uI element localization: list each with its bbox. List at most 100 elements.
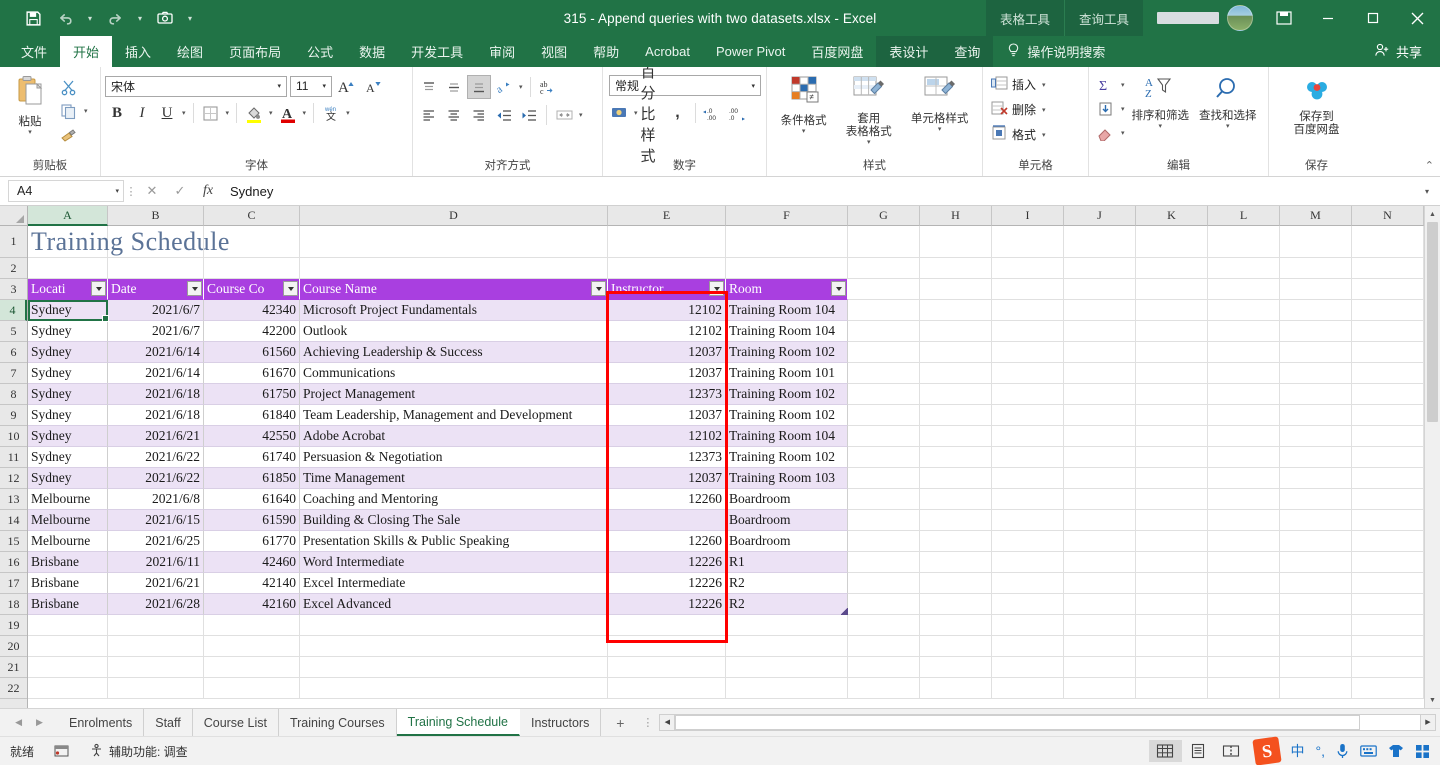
cell-F2[interactable] [726, 258, 848, 279]
cell-G21[interactable] [848, 657, 920, 678]
cell-N16[interactable] [1352, 552, 1424, 573]
cell-G11[interactable] [848, 447, 920, 468]
cell-M18[interactable] [1280, 594, 1352, 615]
add-sheet-button[interactable]: + [601, 709, 639, 736]
cell-H15[interactable] [920, 531, 992, 552]
cell-A13[interactable]: Melbourne [28, 489, 108, 510]
cell-L17[interactable] [1208, 573, 1280, 594]
macro-record-button[interactable] [44, 744, 79, 758]
cell-N22[interactable] [1352, 678, 1424, 699]
cell-K10[interactable] [1136, 426, 1208, 447]
copy-icon[interactable] [56, 99, 80, 123]
cell-A18[interactable]: Brisbane [28, 594, 108, 615]
format-as-table-dropdown-icon[interactable]: ▾ [867, 139, 871, 147]
cell-B13[interactable]: 2021/6/8 [108, 489, 204, 510]
underline-dropdown-icon[interactable]: ▾ [180, 109, 188, 117]
cell-J17[interactable] [1064, 573, 1136, 594]
column-header-A[interactable]: A [28, 206, 108, 226]
ime-punctuation-button[interactable]: °, [1316, 743, 1326, 759]
cell-D12[interactable]: Time Management [300, 468, 608, 489]
tell-me-search[interactable]: 操作说明搜索 [993, 36, 1117, 67]
cell-B11[interactable]: 2021/6/22 [108, 447, 204, 468]
cell-F5[interactable]: Training Room 104 [726, 321, 848, 342]
cell-D13[interactable]: Coaching and Mentoring [300, 489, 608, 510]
cell-A5[interactable]: Sydney [28, 321, 108, 342]
fill-dropdown-icon[interactable]: ▾ [1119, 105, 1127, 113]
cell-N18[interactable] [1352, 594, 1424, 615]
cell-M19[interactable] [1280, 615, 1352, 636]
orientation-dropdown-icon[interactable]: ▾ [517, 83, 525, 91]
cell-F13[interactable]: Boardroom [726, 489, 848, 510]
cell-A15[interactable]: Melbourne [28, 531, 108, 552]
minimize-button[interactable] [1305, 0, 1350, 36]
cell-G13[interactable] [848, 489, 920, 510]
cell-L3[interactable] [1208, 279, 1280, 300]
cell-A7[interactable]: Sydney [28, 363, 108, 384]
cell-C5[interactable]: 42200 [204, 321, 300, 342]
cell-F21[interactable] [726, 657, 848, 678]
copy-dropdown-icon[interactable]: ▾ [82, 107, 90, 115]
filter-dropdown-B[interactable] [187, 281, 202, 296]
cell-L6[interactable] [1208, 342, 1280, 363]
cell-G3[interactable] [848, 279, 920, 300]
cell-M1[interactable] [1280, 226, 1352, 258]
cell-E18[interactable]: 12226 [608, 594, 726, 615]
cell-B8[interactable]: 2021/6/18 [108, 384, 204, 405]
cell-E16[interactable]: 12226 [608, 552, 726, 573]
merge-dropdown-icon[interactable]: ▾ [577, 111, 585, 119]
cell-A17[interactable]: Brisbane [28, 573, 108, 594]
cell-B12[interactable]: 2021/6/22 [108, 468, 204, 489]
align-middle-icon[interactable] [442, 75, 466, 99]
column-header-G[interactable]: G [848, 206, 920, 226]
cell-M3[interactable] [1280, 279, 1352, 300]
font-size-combo[interactable]: 11 ▾ [290, 75, 332, 97]
cell-F7[interactable]: Training Room 101 [726, 363, 848, 384]
cell-A21[interactable] [28, 657, 108, 678]
name-box[interactable]: A4 ▾ [8, 180, 124, 202]
cell-J10[interactable] [1064, 426, 1136, 447]
cell-A6[interactable]: Sydney [28, 342, 108, 363]
cell-B16[interactable]: 2021/6/11 [108, 552, 204, 573]
sort-filter-button[interactable]: AZ 排序和筛选 ▾ [1127, 73, 1195, 133]
cell-L15[interactable] [1208, 531, 1280, 552]
formula-input[interactable]: Sydney [222, 180, 1416, 202]
sheet-tab-staff[interactable]: Staff [144, 709, 193, 736]
cell-D17[interactable]: Excel Intermediate [300, 573, 608, 594]
cell-I16[interactable] [992, 552, 1064, 573]
cell-L21[interactable] [1208, 657, 1280, 678]
find-select-button[interactable]: 查找和选择 ▾ [1194, 73, 1262, 133]
filter-dropdown-C[interactable] [283, 281, 298, 296]
column-header-J[interactable]: J [1064, 206, 1136, 226]
cell-I11[interactable] [992, 447, 1064, 468]
cell-A11[interactable]: Sydney [28, 447, 108, 468]
cell-E17[interactable]: 12226 [608, 573, 726, 594]
align-left-icon[interactable] [417, 103, 441, 127]
cell-B18[interactable]: 2021/6/28 [108, 594, 204, 615]
row-header-17[interactable]: 17 [0, 573, 27, 594]
share-button[interactable]: 共享 [1364, 36, 1440, 67]
decrease-indent-icon[interactable] [492, 103, 516, 127]
cell-H16[interactable] [920, 552, 992, 573]
cell-G17[interactable] [848, 573, 920, 594]
phonetic-guide-icon[interactable]: wén 文 [319, 101, 343, 125]
cell-C14[interactable]: 61590 [204, 510, 300, 531]
cell-K5[interactable] [1136, 321, 1208, 342]
column-header-E[interactable]: E [608, 206, 726, 226]
cell-L1[interactable] [1208, 226, 1280, 258]
ime-voice-input-icon[interactable] [1336, 743, 1349, 759]
cell-I7[interactable] [992, 363, 1064, 384]
row-header-20[interactable]: 20 [0, 636, 27, 657]
cell-A19[interactable] [28, 615, 108, 636]
cell-N7[interactable] [1352, 363, 1424, 384]
cell-C9[interactable]: 61840 [204, 405, 300, 426]
cell-N11[interactable] [1352, 447, 1424, 468]
clear-icon[interactable] [1093, 121, 1117, 145]
cell-I15[interactable] [992, 531, 1064, 552]
cell-A4[interactable]: Sydney [28, 300, 108, 321]
cell-M12[interactable] [1280, 468, 1352, 489]
cell-E7[interactable]: 12037 [608, 363, 726, 384]
hscroll-right-icon[interactable]: ▶ [1420, 713, 1436, 731]
sheet-tab-instructors[interactable]: Instructors [520, 709, 602, 736]
cell-E4[interactable]: 12102 [608, 300, 726, 321]
cell-G4[interactable] [848, 300, 920, 321]
